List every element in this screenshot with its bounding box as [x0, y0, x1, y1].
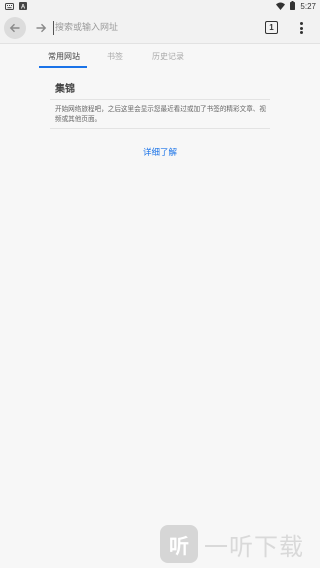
status-left: A	[5, 2, 27, 12]
back-button[interactable]	[4, 17, 26, 39]
watermark-logo: 听	[160, 525, 198, 563]
keyboard-icon	[5, 2, 14, 12]
wifi-icon	[276, 2, 286, 12]
tab-history[interactable]: 历史记录	[146, 51, 190, 62]
learn-more-link[interactable]: 详细了解	[0, 146, 320, 158]
browser-toolbar: 1	[0, 12, 320, 44]
arrow-right-icon	[35, 19, 47, 38]
active-tab-indicator	[39, 66, 87, 68]
svg-text:A: A	[21, 5, 26, 11]
tab-switcher-button[interactable]: 1	[265, 21, 278, 34]
tab-bookmarks[interactable]: 书签	[100, 51, 130, 62]
url-input[interactable]	[55, 18, 255, 38]
overflow-menu-button[interactable]	[296, 21, 306, 35]
arrow-left-icon	[9, 19, 21, 38]
divider	[50, 128, 270, 129]
content-tabs: 常用网站 书签 历史记录	[0, 44, 320, 70]
divider	[50, 99, 270, 100]
menu-dot-icon	[299, 22, 303, 25]
clock: 5:27	[300, 2, 316, 11]
watermark: 听 一听下载	[160, 524, 318, 564]
status-right: 5:27	[276, 1, 316, 12]
notification-a-icon: A	[19, 2, 27, 12]
tab-count: 1	[269, 23, 274, 32]
collection-title: 集锦	[55, 84, 75, 95]
status-bar: A 5:27	[0, 0, 320, 12]
forward-button[interactable]	[33, 20, 49, 36]
battery-icon	[290, 1, 296, 12]
menu-dot-icon	[299, 26, 303, 30]
tab-frequent-sites[interactable]: 常用网站	[42, 51, 86, 62]
text-cursor	[53, 21, 54, 35]
watermark-text: 一听下载	[204, 532, 304, 561]
watermark-logo-glyph: 听	[169, 533, 189, 558]
menu-dot-icon	[299, 31, 303, 34]
collection-description: 开始网络旅程吧，之后这里会显示您最近看过或加了书签的精彩文章、视频或其他页面。	[55, 105, 266, 123]
